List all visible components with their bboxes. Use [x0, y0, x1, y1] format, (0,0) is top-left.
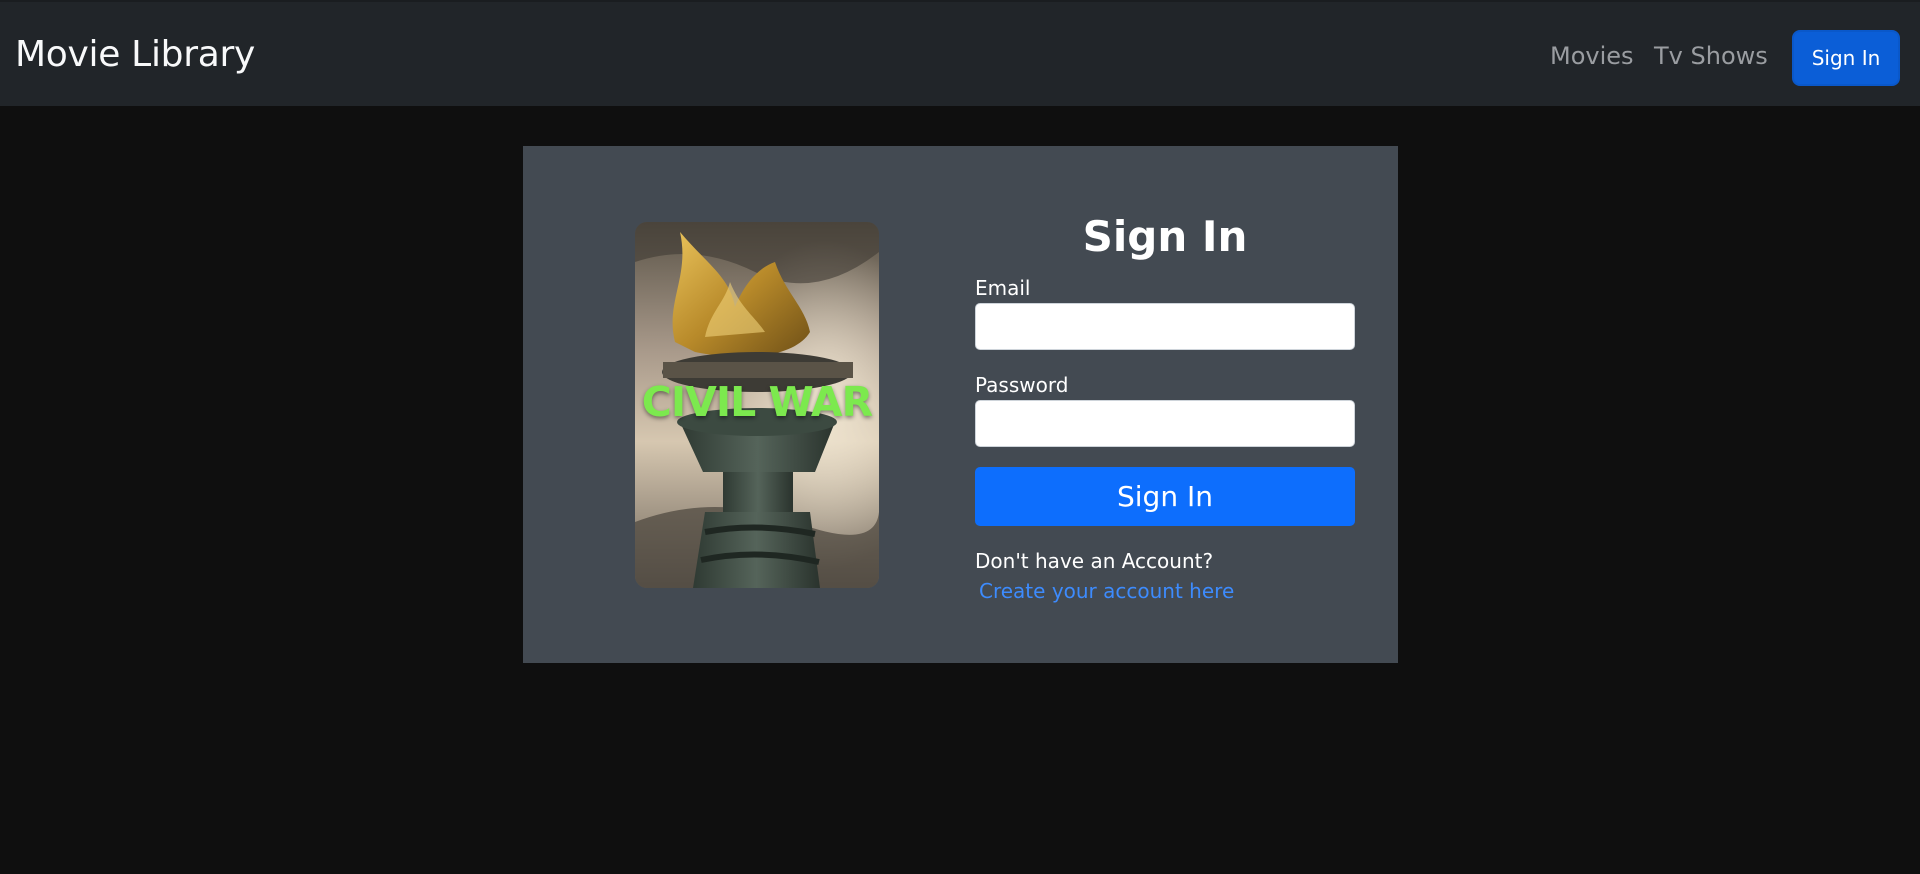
- nav-sign-in-button[interactable]: Sign In: [1792, 30, 1900, 86]
- password-label: Password: [975, 373, 1069, 397]
- brand-logo-link[interactable]: Movie Library: [15, 34, 255, 75]
- nav-link-movies[interactable]: Movies: [1550, 42, 1634, 70]
- create-account-link[interactable]: Create your account here: [979, 579, 1234, 603]
- sign-in-heading: Sign In: [1082, 212, 1248, 261]
- password-field[interactable]: [975, 400, 1355, 447]
- email-field[interactable]: [975, 303, 1355, 350]
- sign-in-submit-button[interactable]: Sign In: [975, 467, 1355, 526]
- no-account-text: Don't have an Account?: [975, 549, 1214, 573]
- sign-in-card: CIVIL WAR Sign In Email Password Sign In…: [523, 146, 1398, 663]
- poster-title-text: CIVIL WAR: [641, 378, 873, 426]
- email-label: Email: [975, 276, 1031, 300]
- navbar: Movie Library Movies Tv Shows Sign In: [0, 0, 1920, 106]
- nav-link-tv-shows[interactable]: Tv Shows: [1654, 42, 1768, 70]
- movie-poster: CIVIL WAR: [635, 222, 879, 588]
